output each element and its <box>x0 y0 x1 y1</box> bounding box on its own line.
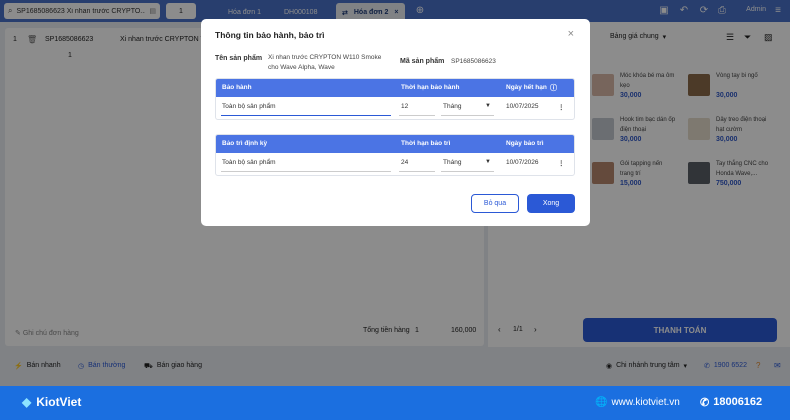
more-options-icon[interactable]: ⋮ <box>558 103 565 111</box>
input-underline <box>441 115 494 116</box>
col-maintenance-date: Ngày bảo trì <box>506 140 544 147</box>
phone-number: 18006162 <box>713 396 763 408</box>
col-maintenance-duration: Thời hạn bảo trì <box>401 140 451 147</box>
col-warranty: Bảo hành <box>222 84 252 91</box>
website-url: www.kiotviet.vn <box>611 397 680 408</box>
maintenance-unit-select[interactable]: Tháng <box>443 159 461 166</box>
product-name-line-1: Xi nhan trước CRYPTON W110 Smoke <box>268 54 382 61</box>
maintenance-table-header: Bảo trì định kỳ Thời hạn bảo trì Ngày bả… <box>216 135 574 153</box>
warranty-unit-select[interactable]: Tháng <box>443 103 461 110</box>
maintenance-date: 10/07/2026 <box>506 159 539 166</box>
info-icon[interactable]: ⓘ <box>550 83 557 93</box>
input-underline <box>441 171 494 172</box>
input-underline <box>399 171 435 172</box>
maintenance-duration-input[interactable]: 24 <box>401 159 408 166</box>
more-options-icon[interactable]: ⋮ <box>558 159 565 167</box>
brand-name: KiotViet <box>36 395 82 409</box>
caret-down-icon[interactable]: ▼ <box>485 103 491 109</box>
product-code-value: SP1685086623 <box>451 58 496 65</box>
maintenance-scope-input[interactable]: Toàn bộ sản phẩm <box>222 159 275 166</box>
website: 🌐 www.kiotviet.vn <box>595 397 680 408</box>
input-underline <box>399 115 435 116</box>
caret-down-icon[interactable]: ▼ <box>485 159 491 165</box>
col-expiry-date: Ngày hết hạn <box>506 84 547 91</box>
phone-icon: ✆ <box>700 397 710 409</box>
done-button[interactable]: Xong <box>527 194 575 213</box>
close-icon[interactable]: × <box>568 28 574 40</box>
maintenance-table: Bảo trì định kỳ Thời hạn bảo trì Ngày bả… <box>215 134 575 176</box>
warranty-duration-input[interactable]: 12 <box>401 103 408 110</box>
warranty-expiry-date: 10/07/2025 <box>506 103 539 110</box>
input-underline <box>221 115 391 116</box>
warranty-table-header: Bảo hành Thời hạn bảo hành Ngày hết hạn … <box>216 79 574 97</box>
kiotviet-leaf-icon: ◆ <box>22 395 32 409</box>
warranty-maintenance-dialog: Thông tin bảo hành, bảo trì × Tên sản ph… <box>201 19 590 226</box>
warranty-row: Toàn bộ sản phẩm 12 Tháng ▼ 10/07/2025 ⋮ <box>216 97 574 119</box>
warranty-scope-input[interactable]: Toàn bộ sản phẩm <box>222 103 275 110</box>
product-code-label: Mã sản phẩm <box>400 58 445 65</box>
product-name-label: Tên sản phẩm <box>215 55 263 62</box>
dialog-title: Thông tin bảo hành, bảo trì <box>215 30 325 40</box>
skip-button[interactable]: Bỏ qua <box>471 194 519 213</box>
footer-banner: ◆ KiotViet 🌐 www.kiotviet.vn ✆ 18006162 <box>0 386 790 420</box>
brand-logo: ◆ KiotViet <box>22 395 81 409</box>
warranty-table: Bảo hành Thời hạn bảo hành Ngày hết hạn … <box>215 78 575 120</box>
globe-icon: 🌐 <box>595 397 608 408</box>
input-underline <box>221 171 391 172</box>
col-maintenance: Bảo trì định kỳ <box>222 140 268 147</box>
maintenance-row: Toàn bộ sản phẩm 24 Tháng ▼ 10/07/2026 ⋮ <box>216 153 574 175</box>
footer-phone: ✆ 18006162 <box>700 396 762 409</box>
product-name-line-2: cho Wave Alpha, Wave <box>268 64 335 71</box>
col-warranty-duration: Thời hạn bảo hành <box>401 84 460 91</box>
